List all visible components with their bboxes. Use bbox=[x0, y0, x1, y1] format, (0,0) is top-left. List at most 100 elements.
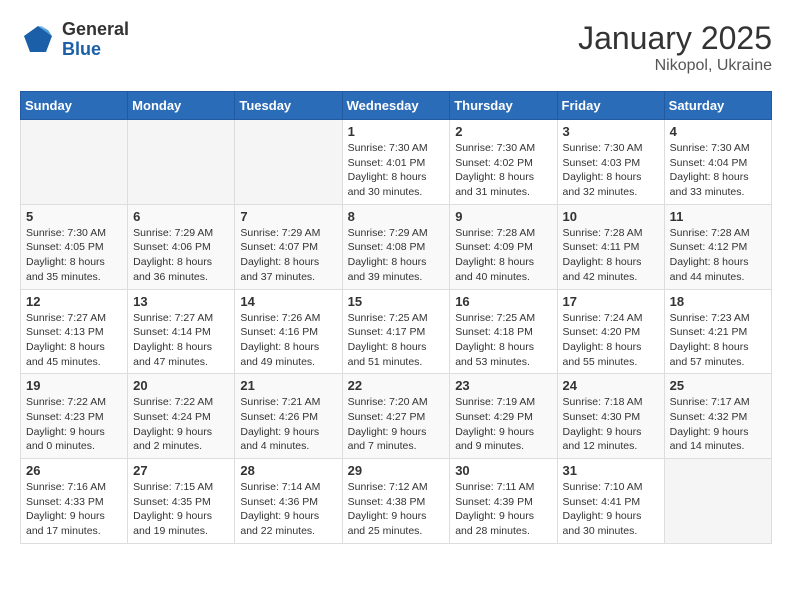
calendar-cell: 8Sunrise: 7:29 AM Sunset: 4:08 PM Daylig… bbox=[342, 204, 450, 289]
day-info: Sunrise: 7:29 AM Sunset: 4:07 PM Dayligh… bbox=[240, 226, 336, 285]
weekday-header-sunday: Sunday bbox=[21, 92, 128, 120]
day-info: Sunrise: 7:26 AM Sunset: 4:16 PM Dayligh… bbox=[240, 311, 336, 370]
calendar-cell: 4 Sunrise: 7:30 AM Sunset: 4:04 PM Daylig… bbox=[664, 120, 771, 205]
day-number: 6 bbox=[133, 209, 229, 224]
day-number: 20 bbox=[133, 378, 229, 393]
weekday-header-thursday: Thursday bbox=[450, 92, 557, 120]
calendar-cell: 14 Sunrise: 7:26 AM Sunset: 4:16 PM Dayli… bbox=[235, 289, 342, 374]
day-number: 2 bbox=[455, 124, 551, 139]
day-info: Sunrise: 7:21 AM Sunset: 4:26 PM Dayligh… bbox=[240, 395, 336, 454]
calendar-cell: 7 Sunrise: 7:29 AM Sunset: 4:07 PM Daylig… bbox=[235, 204, 342, 289]
calendar-cell: 27Sunrise: 7:15 AM Sunset: 4:35 PM Dayli… bbox=[128, 459, 235, 544]
calendar-cell: 19 Sunrise: 7:22 AM Sunset: 4:23 PM Dayli… bbox=[21, 374, 128, 459]
calendar-cell: 9 Sunrise: 7:28 AM Sunset: 4:09 PM Daylig… bbox=[450, 204, 557, 289]
calendar-cell: 10 Sunrise: 7:28 AM Sunset: 4:11 PM Dayli… bbox=[557, 204, 664, 289]
day-info: Sunrise: 7:30 AM Sunset: 4:03 PM Dayligh… bbox=[563, 141, 659, 200]
day-info: Sunrise: 7:16 AM Sunset: 4:33 PM Dayligh… bbox=[26, 480, 122, 539]
day-info: Sunrise: 7:29 AM Sunset: 4:06 PM Dayligh… bbox=[133, 226, 229, 285]
day-info: Sunrise: 7:14 AM Sunset: 4:36 PM Dayligh… bbox=[240, 480, 336, 539]
day-info: Sunrise: 7:22 AM Sunset: 4:23 PM Dayligh… bbox=[26, 395, 122, 454]
day-info: Sunrise: 7:18 AM Sunset: 4:30 PM Dayligh… bbox=[563, 395, 659, 454]
day-info: Sunrise: 7:17 AM Sunset: 4:32 PM Dayligh… bbox=[670, 395, 766, 454]
day-number: 17 bbox=[563, 294, 659, 309]
day-number: 9 bbox=[455, 209, 551, 224]
day-info: Sunrise: 7:30 AM Sunset: 4:04 PM Dayligh… bbox=[670, 141, 766, 200]
day-number: 16 bbox=[455, 294, 551, 309]
day-number: 7 bbox=[240, 209, 336, 224]
calendar-cell: 29Sunrise: 7:12 AM Sunset: 4:38 PM Dayli… bbox=[342, 459, 450, 544]
logo-text: General Blue bbox=[62, 20, 129, 60]
logo-general: General bbox=[62, 20, 129, 40]
calendar-cell bbox=[128, 120, 235, 205]
calendar-title: January 2025 bbox=[578, 20, 772, 57]
calendar-cell: 5 Sunrise: 7:30 AM Sunset: 4:05 PM Daylig… bbox=[21, 204, 128, 289]
calendar-cell: 28 Sunrise: 7:14 AM Sunset: 4:36 PM Dayli… bbox=[235, 459, 342, 544]
calendar-cell: 3 Sunrise: 7:30 AM Sunset: 4:03 PM Daylig… bbox=[557, 120, 664, 205]
day-number: 24 bbox=[563, 378, 659, 393]
calendar-week-row: 12 Sunrise: 7:27 AM Sunset: 4:13 PM Dayli… bbox=[21, 289, 772, 374]
day-info: Sunrise: 7:30 AM Sunset: 4:05 PM Dayligh… bbox=[26, 226, 122, 285]
day-info: Sunrise: 7:23 AM Sunset: 4:21 PM Dayligh… bbox=[670, 311, 766, 370]
calendar-cell: 11 Sunrise: 7:28 AM Sunset: 4:12 PM Dayli… bbox=[664, 204, 771, 289]
day-number: 10 bbox=[563, 209, 659, 224]
day-number: 31 bbox=[563, 463, 659, 478]
calendar-cell: 12 Sunrise: 7:27 AM Sunset: 4:13 PM Dayli… bbox=[21, 289, 128, 374]
day-number: 22 bbox=[348, 378, 445, 393]
calendar-subtitle: Nikopol, Ukraine bbox=[578, 57, 772, 75]
day-info: Sunrise: 7:27 AM Sunset: 4:14 PM Dayligh… bbox=[133, 311, 229, 370]
day-number: 3 bbox=[563, 124, 659, 139]
day-info: Sunrise: 7:25 AM Sunset: 4:18 PM Dayligh… bbox=[455, 311, 551, 370]
day-info: Sunrise: 7:11 AM Sunset: 4:39 PM Dayligh… bbox=[455, 480, 551, 539]
day-info: Sunrise: 7:10 AM Sunset: 4:41 PM Dayligh… bbox=[563, 480, 659, 539]
day-info: Sunrise: 7:30 AM Sunset: 4:01 PM Dayligh… bbox=[348, 141, 445, 200]
day-number: 15 bbox=[348, 294, 445, 309]
calendar-cell: 16 Sunrise: 7:25 AM Sunset: 4:18 PM Dayli… bbox=[450, 289, 557, 374]
day-info: Sunrise: 7:27 AM Sunset: 4:13 PM Dayligh… bbox=[26, 311, 122, 370]
day-number: 5 bbox=[26, 209, 122, 224]
calendar-week-row: 5 Sunrise: 7:30 AM Sunset: 4:05 PM Daylig… bbox=[21, 204, 772, 289]
calendar-cell: 13Sunrise: 7:27 AM Sunset: 4:14 PM Dayli… bbox=[128, 289, 235, 374]
day-info: Sunrise: 7:22 AM Sunset: 4:24 PM Dayligh… bbox=[133, 395, 229, 454]
calendar-week-row: 19 Sunrise: 7:22 AM Sunset: 4:23 PM Dayli… bbox=[21, 374, 772, 459]
calendar-week-row: 1Sunrise: 7:30 AM Sunset: 4:01 PM Daylig… bbox=[21, 120, 772, 205]
page-header: General Blue January 2025 Nikopol, Ukrai… bbox=[20, 20, 772, 75]
calendar-cell: 25 Sunrise: 7:17 AM Sunset: 4:32 PM Dayli… bbox=[664, 374, 771, 459]
day-info: Sunrise: 7:20 AM Sunset: 4:27 PM Dayligh… bbox=[348, 395, 445, 454]
calendar-cell: 31 Sunrise: 7:10 AM Sunset: 4:41 PM Dayli… bbox=[557, 459, 664, 544]
calendar-cell bbox=[21, 120, 128, 205]
day-number: 23 bbox=[455, 378, 551, 393]
weekday-header-row: SundayMondayTuesdayWednesdayThursdayFrid… bbox=[21, 92, 772, 120]
day-info: Sunrise: 7:30 AM Sunset: 4:02 PM Dayligh… bbox=[455, 141, 551, 200]
day-number: 14 bbox=[240, 294, 336, 309]
day-number: 12 bbox=[26, 294, 122, 309]
calendar-cell bbox=[235, 120, 342, 205]
calendar-cell: 17 Sunrise: 7:24 AM Sunset: 4:20 PM Dayli… bbox=[557, 289, 664, 374]
day-number: 28 bbox=[240, 463, 336, 478]
day-number: 4 bbox=[670, 124, 766, 139]
logo-blue: Blue bbox=[62, 40, 129, 60]
day-number: 18 bbox=[670, 294, 766, 309]
weekday-header-tuesday: Tuesday bbox=[235, 92, 342, 120]
day-info: Sunrise: 7:28 AM Sunset: 4:11 PM Dayligh… bbox=[563, 226, 659, 285]
day-info: Sunrise: 7:28 AM Sunset: 4:12 PM Dayligh… bbox=[670, 226, 766, 285]
day-number: 25 bbox=[670, 378, 766, 393]
day-info: Sunrise: 7:28 AM Sunset: 4:09 PM Dayligh… bbox=[455, 226, 551, 285]
calendar-cell: 24 Sunrise: 7:18 AM Sunset: 4:30 PM Dayli… bbox=[557, 374, 664, 459]
day-number: 11 bbox=[670, 209, 766, 224]
weekday-header-friday: Friday bbox=[557, 92, 664, 120]
calendar-table: SundayMondayTuesdayWednesdayThursdayFrid… bbox=[20, 91, 772, 544]
day-info: Sunrise: 7:29 AM Sunset: 4:08 PM Dayligh… bbox=[348, 226, 445, 285]
calendar-cell: 21Sunrise: 7:21 AM Sunset: 4:26 PM Dayli… bbox=[235, 374, 342, 459]
calendar-cell: 1Sunrise: 7:30 AM Sunset: 4:01 PM Daylig… bbox=[342, 120, 450, 205]
day-number: 19 bbox=[26, 378, 122, 393]
day-info: Sunrise: 7:15 AM Sunset: 4:35 PM Dayligh… bbox=[133, 480, 229, 539]
day-info: Sunrise: 7:19 AM Sunset: 4:29 PM Dayligh… bbox=[455, 395, 551, 454]
calendar-cell bbox=[664, 459, 771, 544]
day-info: Sunrise: 7:25 AM Sunset: 4:17 PM Dayligh… bbox=[348, 311, 445, 370]
calendar-cell: 6 Sunrise: 7:29 AM Sunset: 4:06 PM Daylig… bbox=[128, 204, 235, 289]
day-info: Sunrise: 7:24 AM Sunset: 4:20 PM Dayligh… bbox=[563, 311, 659, 370]
day-number: 30 bbox=[455, 463, 551, 478]
day-number: 26 bbox=[26, 463, 122, 478]
calendar-cell: 26 Sunrise: 7:16 AM Sunset: 4:33 PM Dayli… bbox=[21, 459, 128, 544]
calendar-cell: 20 Sunrise: 7:22 AM Sunset: 4:24 PM Dayli… bbox=[128, 374, 235, 459]
